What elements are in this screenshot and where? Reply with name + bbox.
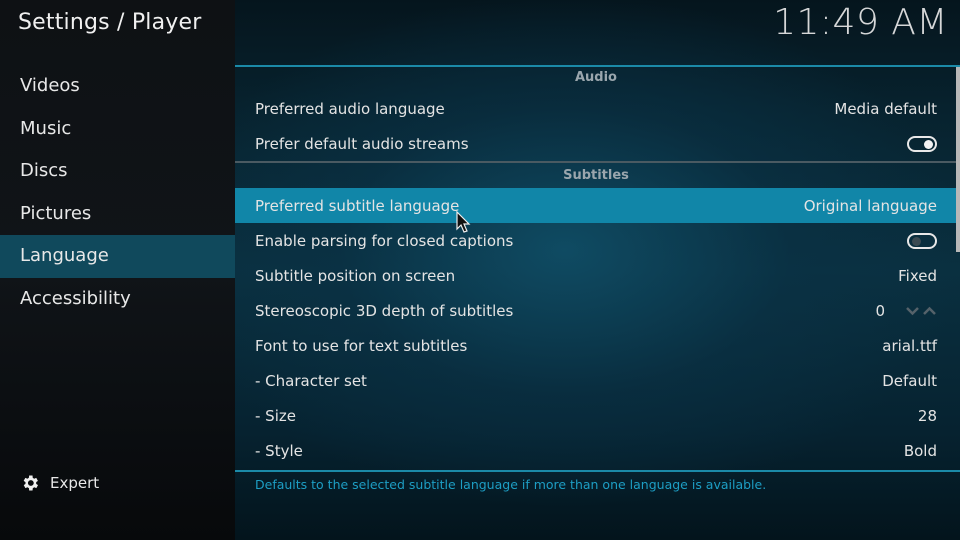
mouse-cursor-icon	[456, 211, 471, 233]
divider	[235, 470, 960, 472]
sidebar-item-music[interactable]: Music	[0, 108, 235, 151]
setting-label: - Style	[255, 441, 303, 460]
setting-value: Fixed	[898, 266, 937, 285]
sidebar-item-discs[interactable]: Discs	[0, 150, 235, 193]
setting-label: Enable parsing for closed captions	[255, 231, 514, 250]
expert-label: Expert	[50, 474, 100, 492]
settings-list: Audio Preferred audio language Media def…	[235, 67, 957, 468]
toggle-switch-on[interactable]	[907, 135, 937, 152]
sidebar-item-language[interactable]: Language	[0, 235, 235, 278]
setting-preferred-subtitle-language[interactable]: Preferred subtitle language Original lan…	[235, 188, 957, 223]
setting-style[interactable]: - Style Bold	[235, 433, 957, 468]
setting-preferred-audio-language[interactable]: Preferred audio language Media default	[235, 91, 957, 126]
chevron-down-icon[interactable]	[905, 306, 920, 316]
setting-value: Default	[882, 371, 937, 390]
setting-subtitle-position[interactable]: Subtitle position on screen Fixed	[235, 258, 957, 293]
group-header-audio: Audio	[574, 70, 617, 85]
setting-subtitle-font[interactable]: Font to use for text subtitles arial.ttf	[235, 328, 957, 363]
setting-label: Font to use for text subtitles	[255, 336, 468, 355]
sidebar-item-accessibility[interactable]: Accessibility	[0, 278, 235, 321]
setting-value: arial.ttf	[882, 336, 937, 355]
setting-label: Preferred subtitle language	[255, 196, 460, 215]
setting-value: Original language	[803, 196, 937, 215]
group-header-subtitles: Subtitles	[563, 168, 629, 183]
spinner-control: 0	[875, 302, 937, 320]
setting-label: Preferred audio language	[255, 99, 445, 118]
setting-size[interactable]: - Size 28	[235, 398, 957, 433]
setting-label: - Character set	[255, 371, 367, 390]
gear-icon	[23, 475, 38, 491]
category-nav: Videos Music Discs Pictures Language Acc…	[0, 65, 235, 321]
chevron-up-icon[interactable]	[922, 306, 937, 316]
sidebar-item-pictures[interactable]: Pictures	[0, 193, 235, 236]
expert-level-button[interactable]: Expert	[20, 470, 99, 496]
clock: 11:49 AM	[773, 2, 948, 43]
setting-value: 28	[917, 406, 937, 425]
toggle-knob	[912, 236, 921, 246]
setting-label: Subtitle position on screen	[255, 266, 456, 285]
setting-label: Prefer default audio streams	[255, 134, 469, 153]
setting-character-set[interactable]: - Character set Default	[235, 363, 957, 398]
toggle-knob	[924, 139, 933, 149]
scrollbar[interactable]	[956, 67, 960, 252]
setting-label: - Size	[255, 406, 296, 425]
setting-label: Stereoscopic 3D depth of subtitles	[255, 301, 514, 320]
setting-prefer-default-audio-streams[interactable]: Prefer default audio streams	[235, 126, 957, 161]
setting-closed-captions[interactable]: Enable parsing for closed captions	[235, 223, 957, 258]
toggle-switch-off[interactable]	[907, 232, 937, 249]
setting-value: Media default	[834, 99, 937, 118]
sidebar-item-videos[interactable]: Videos	[0, 65, 235, 108]
page-title: Settings / Player	[18, 10, 202, 35]
setting-description: Defaults to the selected subtitle langua…	[255, 477, 767, 492]
setting-stereoscopic-depth[interactable]: Stereoscopic 3D depth of subtitles 0	[235, 293, 957, 328]
setting-value: 0	[875, 301, 885, 320]
setting-value: Bold	[903, 441, 937, 460]
